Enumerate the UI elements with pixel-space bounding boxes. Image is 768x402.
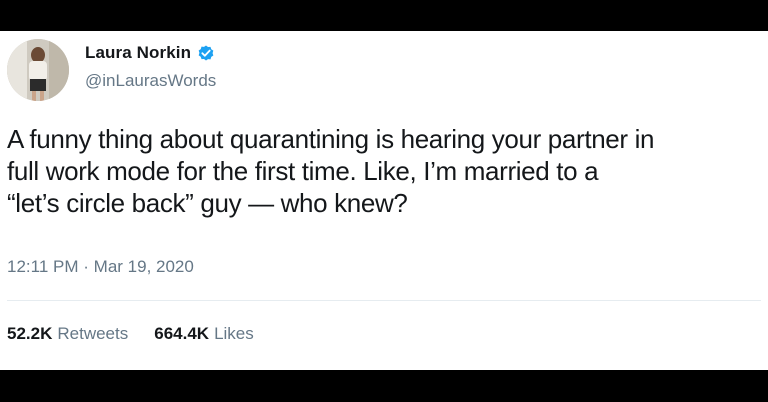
profile-photo-icon bbox=[7, 39, 69, 101]
tweet-stats: 52.2K Retweets 664.4K Likes bbox=[7, 324, 254, 344]
tweet-timestamp[interactable]: 12:11 PM · Mar 19, 2020 bbox=[7, 257, 194, 277]
tweet-text: A funny thing about quarantining is hear… bbox=[7, 123, 761, 219]
retweets-count: 52.2K bbox=[7, 324, 53, 343]
tweet-line-1: A funny thing about quarantining is hear… bbox=[7, 124, 655, 154]
tweet-card: Laura Norkin @inLaurasWords A funny thin… bbox=[0, 31, 768, 370]
divider bbox=[7, 300, 761, 301]
meta-separator: · bbox=[83, 257, 89, 276]
likes-label: Likes bbox=[214, 324, 254, 343]
user-handle[interactable]: @inLaurasWords bbox=[85, 71, 216, 91]
tweet-date: Mar 19, 2020 bbox=[93, 257, 194, 276]
tweet-line-3: “let’s circle back” guy — who knew? bbox=[7, 188, 408, 218]
avatar[interactable] bbox=[7, 39, 69, 101]
verified-badge-icon bbox=[196, 43, 216, 63]
retweets-stat[interactable]: 52.2K Retweets bbox=[7, 324, 128, 344]
retweets-label: Retweets bbox=[57, 324, 129, 343]
display-name[interactable]: Laura Norkin bbox=[85, 43, 191, 63]
likes-stat[interactable]: 664.4K Likes bbox=[154, 324, 254, 344]
likes-count: 664.4K bbox=[154, 324, 210, 343]
name-row: Laura Norkin bbox=[85, 41, 216, 65]
tweet-time: 12:11 PM bbox=[7, 257, 79, 276]
tweet-line-2: full work mode for the first time. Like,… bbox=[7, 156, 599, 186]
